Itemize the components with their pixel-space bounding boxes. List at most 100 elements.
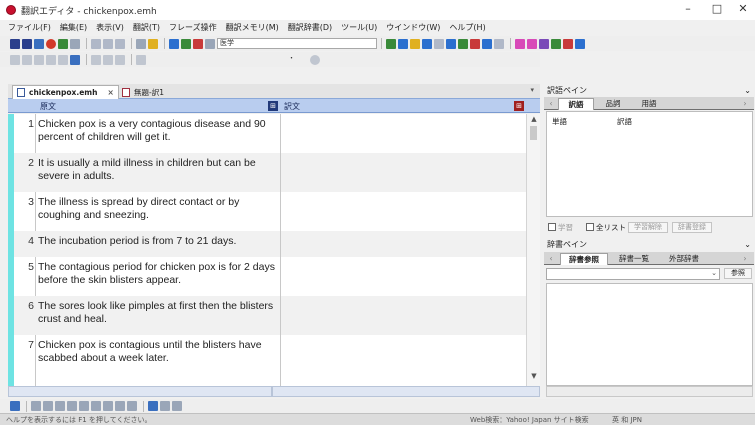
register-dictionary-button[interactable]: 辞書登録 xyxy=(672,222,712,233)
lookup-button[interactable]: 参照 xyxy=(724,268,752,279)
target-column-icon[interactable]: ⊞ xyxy=(514,101,524,111)
memory-pane-icon[interactable] xyxy=(563,38,573,49)
segment-source-text[interactable]: It is usually a mild illness in children… xyxy=(38,157,276,183)
tab-scroll-left-icon[interactable]: ‹ xyxy=(546,98,556,110)
menu-help[interactable]: ヘルプ(H) xyxy=(449,22,485,33)
tab-word[interactable]: 訳語 xyxy=(558,98,594,110)
segment-source-text[interactable]: The sores look like pimples at first the… xyxy=(38,300,276,326)
column-divider[interactable] xyxy=(280,114,281,386)
search-icon[interactable] xyxy=(434,38,444,49)
tab-terms[interactable]: 用語 xyxy=(632,98,666,110)
menu-view[interactable]: 表示(V) xyxy=(96,22,124,33)
lookup-icon[interactable] xyxy=(398,38,408,49)
source-column-icon[interactable]: ⊞ xyxy=(268,101,278,111)
tab-close-icon[interactable]: × xyxy=(107,88,113,97)
mark-a-icon[interactable] xyxy=(148,401,158,411)
split-icon[interactable] xyxy=(91,54,101,65)
vertical-scrollbar[interactable]: ▲ ▼ xyxy=(526,114,540,386)
menu-window[interactable]: ウインドウ(W) xyxy=(386,22,440,33)
help-icon[interactable] xyxy=(148,38,158,49)
settings-icon[interactable] xyxy=(58,38,68,49)
check-icon[interactable] xyxy=(482,38,492,49)
target-horizontal-scrollbar[interactable] xyxy=(272,386,540,397)
segment-tool-1-icon[interactable] xyxy=(31,401,41,411)
segment-source-text[interactable]: The contagious period for chicken pox is… xyxy=(38,261,276,287)
unlearn-button[interactable]: 学習解除 xyxy=(628,222,668,233)
dictionary-search-input[interactable]: ⌄ xyxy=(546,268,720,280)
zoom-icon[interactable] xyxy=(310,54,320,65)
new-icon[interactable] xyxy=(10,38,20,49)
jump-icon[interactable] xyxy=(34,54,44,65)
save-icon[interactable] xyxy=(70,38,80,49)
dictionary-horizontal-scrollbar[interactable] xyxy=(546,386,753,397)
segment-source-text[interactable]: The incubation period is from 7 to 21 da… xyxy=(38,235,276,248)
bookmark-icon[interactable] xyxy=(46,54,56,65)
translate-all-icon[interactable] xyxy=(181,38,191,49)
segment-row[interactable]: 2 It is usually a mild illness in childr… xyxy=(14,153,526,192)
close-button[interactable]: ✕ xyxy=(735,2,751,16)
tab-dropdown-icon[interactable]: ▾ xyxy=(530,86,534,94)
word-pane-icon[interactable] xyxy=(539,38,549,49)
segment-source-text[interactable]: The illness is spread by direct contact … xyxy=(38,196,276,222)
undo-icon[interactable] xyxy=(136,38,146,49)
pane-toggle-icon[interactable] xyxy=(515,38,525,49)
tab-chickenpox[interactable]: chickenpox.emh × xyxy=(12,85,119,99)
stop-icon[interactable] xyxy=(46,38,56,49)
menu-memory[interactable]: 翻訳メモリ(M) xyxy=(226,22,279,33)
translation-grid[interactable]: 1 Chicken pox is a very contagious disea… xyxy=(8,114,526,386)
domain-icon[interactable] xyxy=(205,38,215,49)
color-icon[interactable] xyxy=(70,54,80,65)
tab-scroll-left-icon[interactable]: ‹ xyxy=(546,253,556,265)
pane-toggle-2-icon[interactable] xyxy=(527,38,537,49)
menu-dictionary[interactable]: 翻訳辞書(D) xyxy=(288,22,332,33)
menu-edit[interactable]: 編集(E) xyxy=(60,22,87,33)
segment-tool-8-icon[interactable] xyxy=(115,401,125,411)
cut-icon[interactable] xyxy=(91,38,101,49)
mark-b-icon[interactable] xyxy=(160,401,170,411)
all-list-checkbox[interactable] xyxy=(586,223,594,231)
translate-icon[interactable] xyxy=(34,38,44,49)
segment-tool-3-icon[interactable] xyxy=(55,401,65,411)
word-list[interactable]: 単語 訳語 xyxy=(546,111,753,217)
play-icon[interactable] xyxy=(169,38,179,49)
tab-part-of-speech[interactable]: 品詞 xyxy=(596,98,630,110)
zoom-field[interactable]: ・ xyxy=(286,54,310,65)
menu-file[interactable]: ファイル(F) xyxy=(8,22,51,33)
segment-row[interactable]: 5 The contagious period for chicken pox … xyxy=(14,257,526,296)
segment-row[interactable]: 4 The incubation period is from 7 to 21 … xyxy=(14,231,526,257)
scroll-thumb[interactable] xyxy=(530,126,537,140)
tab-scroll-right-icon[interactable]: › xyxy=(740,253,750,265)
dict-pane-pin-icon[interactable]: ⌄ xyxy=(744,238,751,251)
alert-icon[interactable] xyxy=(10,401,20,411)
scroll-down-icon[interactable]: ▼ xyxy=(527,372,541,380)
open-icon[interactable] xyxy=(22,38,32,49)
register-icon[interactable] xyxy=(422,38,432,49)
prev-icon[interactable] xyxy=(10,54,20,65)
memo-icon[interactable] xyxy=(410,38,420,49)
minimize-button[interactable]: – xyxy=(680,2,696,16)
word-pane-pin-icon[interactable]: ⌄ xyxy=(744,84,751,97)
tab-scroll-right-icon[interactable]: › xyxy=(740,98,750,110)
source-horizontal-scrollbar[interactable] xyxy=(8,386,272,397)
menu-tools[interactable]: ツール(U) xyxy=(341,22,377,33)
learn-checkbox[interactable] xyxy=(548,223,556,231)
layout-icon[interactable] xyxy=(494,38,504,49)
dict-pane-icon[interactable] xyxy=(551,38,561,49)
tab-external-dictionary[interactable]: 外部辞書 xyxy=(660,253,708,265)
scroll-up-icon[interactable]: ▲ xyxy=(527,115,541,123)
next-icon[interactable] xyxy=(22,54,32,65)
translate-stop-icon[interactable] xyxy=(193,38,203,49)
dictionary-icon[interactable] xyxy=(386,38,396,49)
tab-untitled[interactable]: 無題-訳1 xyxy=(118,85,168,99)
menu-translate[interactable]: 翻訳(T) xyxy=(133,22,160,33)
view-icon[interactable] xyxy=(115,54,125,65)
segment-tool-7-icon[interactable] xyxy=(103,401,113,411)
segment-tool-2-icon[interactable] xyxy=(43,401,53,411)
segment-tool-6-icon[interactable] xyxy=(91,401,101,411)
ref-icon[interactable] xyxy=(446,38,456,49)
join-icon[interactable] xyxy=(103,54,113,65)
copy-icon[interactable] xyxy=(103,38,113,49)
maximize-button[interactable]: □ xyxy=(709,2,725,16)
dictionary-results[interactable] xyxy=(546,283,753,386)
segment-tool-4-icon[interactable] xyxy=(67,401,77,411)
